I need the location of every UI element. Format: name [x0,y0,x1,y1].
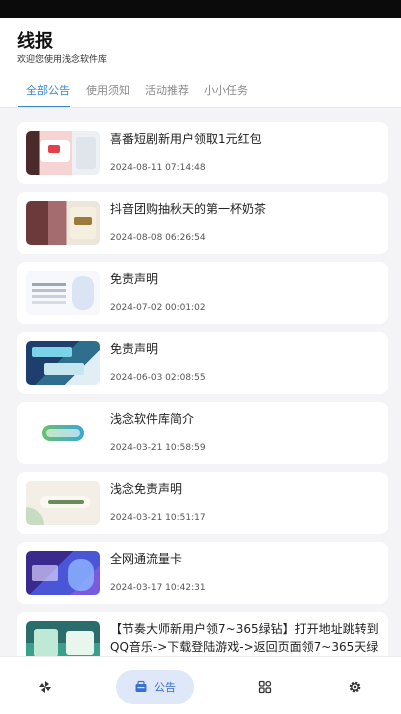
nav-notice-button[interactable]: 公告 [116,670,194,704]
notice-thumbnail [26,621,100,656]
notice-date: 2024-03-21 10:51:17 [110,513,206,523]
notice-title: 免责声明 [110,272,159,286]
notice-title: 全网通流量卡 [110,552,183,566]
nav-apps-button[interactable] [250,670,280,704]
nav-settings-button[interactable] [340,670,370,704]
notice-title: 喜番短剧新用户领取1元红包 [110,132,262,146]
notice-title: 抖音团购抽秋天的第一杯奶茶 [110,202,267,216]
notice-card[interactable]: 全网通流量卡 2024-03-17 10:42:31 [17,542,388,604]
notice-thumbnail [26,481,100,525]
notice-card[interactable]: 【节奏大师新用户领7~365绿钻】打开地址跳转到QQ音乐->下载登陆游戏->返回… [17,612,388,656]
tab-usage-notes[interactable]: 使用须知 [86,82,130,98]
tab-activity-recommend[interactable]: 活动推荐 [145,82,189,98]
notice-title: 【节奏大师新用户领7~365绿钻】打开地址跳转到QQ音乐->下载登陆游戏->返回… [110,622,379,654]
tab-small-tasks[interactable]: 小小任务 [204,82,248,98]
notice-thumbnail [26,201,100,245]
notice-date: 2024-08-08 06:26:54 [110,233,206,243]
page-header: 线报 欢迎您使用浅念软件库 全部公告 使用须知 活动推荐 小小任务 [0,18,401,108]
notice-card[interactable]: 喜番短剧新用户领取1元红包 2024-08-11 07:14:48 [17,122,388,184]
notice-list[interactable]: 喜番短剧新用户领取1元红包 2024-08-11 07:14:48 抖音团购抽秋… [0,108,401,656]
page-subtitle: 欢迎您使用浅念软件库 [17,55,108,65]
announcement-icon [135,680,147,692]
notice-date: 2024-06-03 02:08:55 [110,373,206,383]
notice-title: 浅念软件库简介 [110,412,195,426]
notice-date: 2024-03-17 10:42:31 [110,583,206,593]
notice-thumbnail [26,411,100,455]
settings-gear-icon [349,681,361,693]
nav-home-button[interactable] [30,670,60,704]
notice-title: 免责声明 [110,342,159,356]
notice-card[interactable]: 抖音团购抽秋天的第一杯奶茶 2024-08-08 06:26:54 [17,192,388,254]
status-bar [0,0,401,18]
bottom-navigation: 公告 [0,656,401,714]
notice-card[interactable]: 免责声明 2024-07-02 00:01:02 [17,262,388,324]
page-title: 线报 [17,31,53,52]
notice-card[interactable]: 浅念免责声明 2024-03-21 10:51:17 [17,472,388,534]
notice-date: 2024-08-11 07:14:48 [110,163,206,173]
pinwheel-icon [39,681,51,693]
notice-thumbnail [26,131,100,175]
notice-thumbnail [26,551,100,595]
notice-date: 2024-03-21 10:58:59 [110,443,206,453]
apps-grid-icon [258,680,272,694]
notice-thumbnail [26,271,100,315]
notice-card[interactable]: 浅念软件库简介 2024-03-21 10:58:59 [17,402,388,464]
tab-bar: 全部公告 使用须知 活动推荐 小小任务 [0,80,401,108]
notice-title: 浅念免责声明 [110,482,183,496]
nav-notice-label: 公告 [154,681,176,694]
notice-thumbnail [26,341,100,385]
notice-card[interactable]: 免责声明 2024-06-03 02:08:55 [17,332,388,394]
tab-all-notices[interactable]: 全部公告 [26,82,70,98]
notice-date: 2024-07-02 00:01:02 [110,303,206,313]
